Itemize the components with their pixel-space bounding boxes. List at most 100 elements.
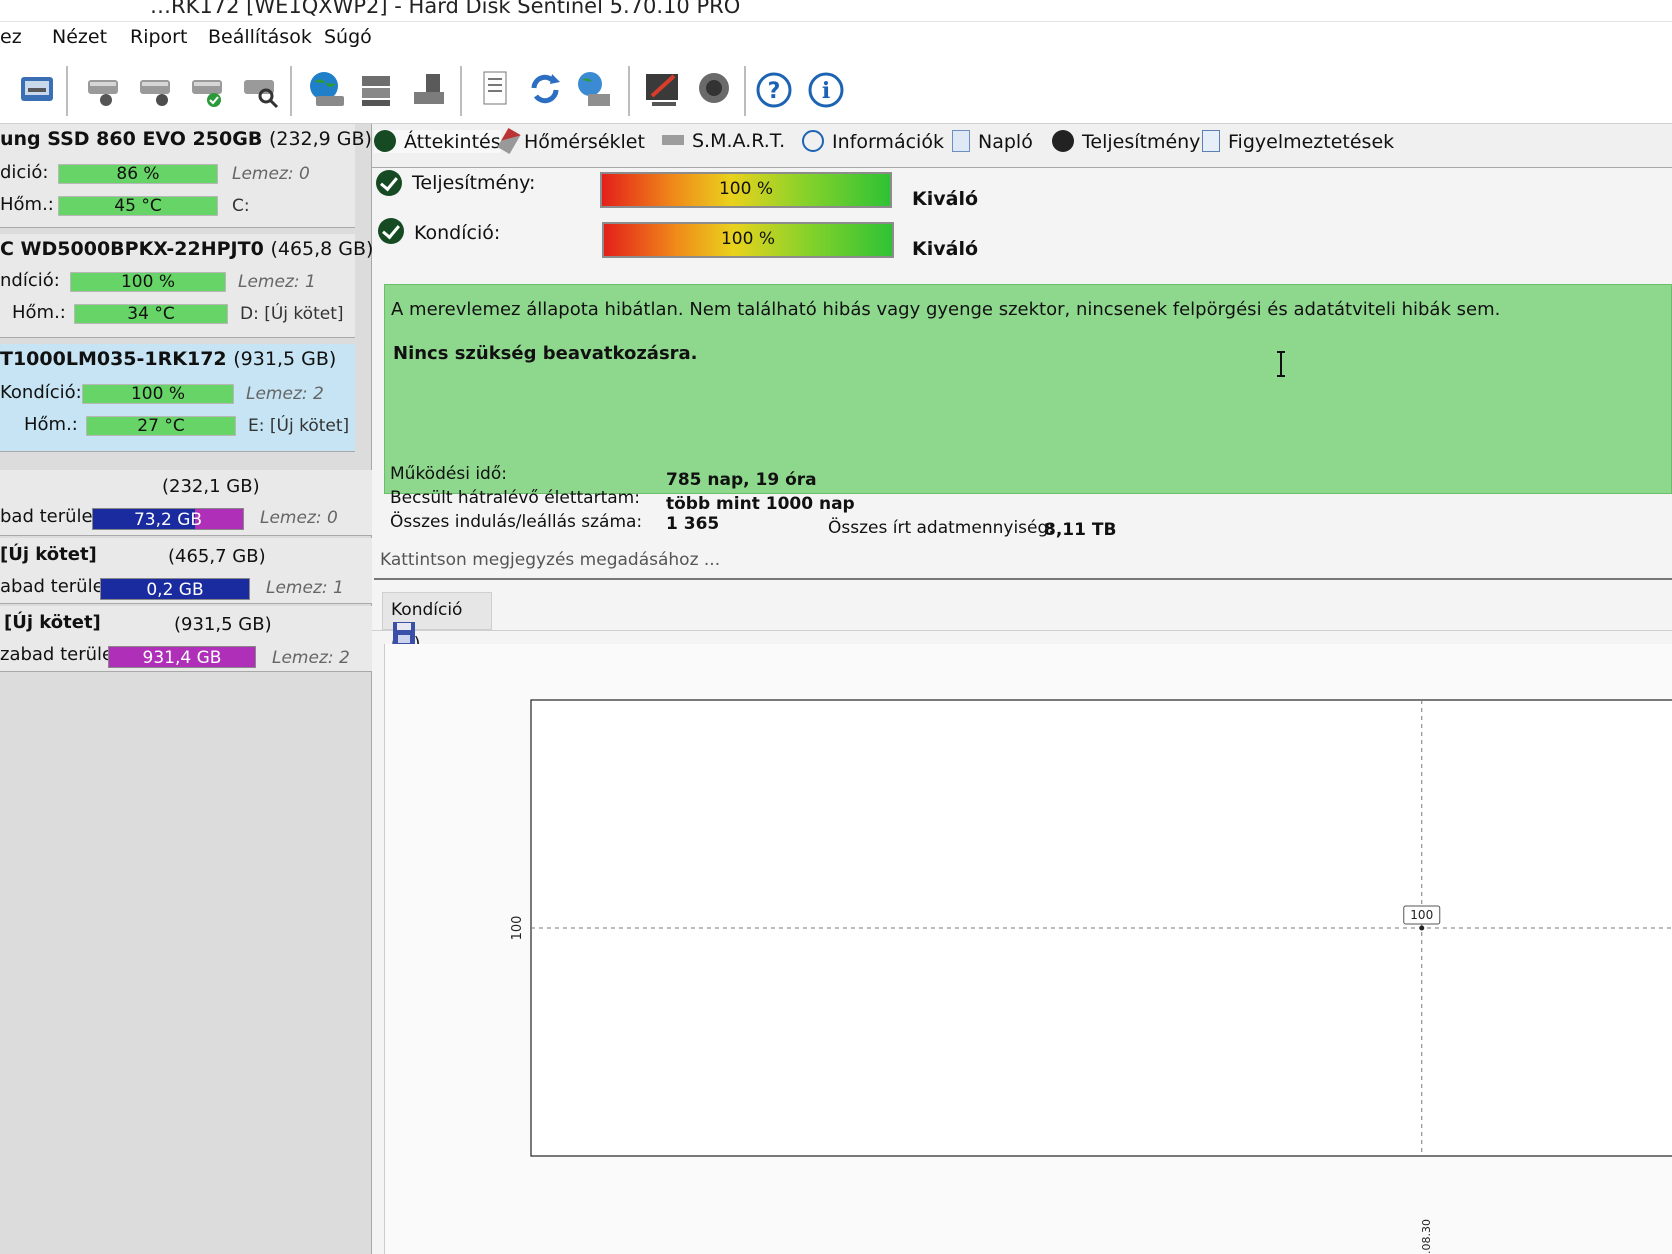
drive-letter: E: [Új kötet] bbox=[248, 416, 350, 436]
disk-name: T1000LM035-1RK172 (931,5 GB) bbox=[0, 348, 337, 370]
drive-letter: D: [Új kötet] bbox=[240, 304, 344, 324]
help-icon[interactable]: ? bbox=[754, 68, 796, 110]
disk-item-selected[interactable]: T1000LM035-1RK172 (931,5 GB) Kondíció: 1… bbox=[0, 344, 355, 452]
condition-label: Kondíció: bbox=[0, 382, 82, 403]
condition-label: ndíció: bbox=[0, 270, 60, 291]
hdd-search-icon[interactable] bbox=[240, 68, 282, 110]
hdd-check-icon[interactable] bbox=[188, 68, 230, 110]
network-disk-icon[interactable] bbox=[408, 68, 450, 110]
toolbar-separator bbox=[290, 66, 292, 116]
condition-chart: 100 25.08.30 100 bbox=[510, 699, 1672, 1254]
disk-index: Lemez: 1 bbox=[266, 578, 344, 598]
toolbar-separator bbox=[460, 66, 462, 116]
start-stop-label: Összes indulás/leállás száma: bbox=[390, 512, 643, 532]
data-label: 100 bbox=[1410, 908, 1433, 922]
volume-item[interactable]: (232,1 GB) bad terület 73,2 GB Lemez: 0 bbox=[0, 470, 372, 536]
drive-letter: C: bbox=[232, 196, 250, 216]
temperature-label: Hőm.: bbox=[12, 302, 66, 323]
toolbar-separator bbox=[66, 66, 68, 116]
disk-item[interactable]: C WD5000BPKX-22HPJT0 (465,8 GB) ndíció: … bbox=[0, 234, 373, 338]
volume-name: [Új kötet] bbox=[0, 544, 97, 565]
save-icon[interactable] bbox=[391, 620, 417, 646]
volume-item[interactable]: [Új kötet] (931,5 GB) zabad terület 931,… bbox=[0, 606, 372, 672]
details-panel: Áttekintés Hőmérséklet S.M.A.R.T. Inform… bbox=[372, 124, 1672, 1254]
x-tick-label: 25.08.30 bbox=[1420, 1219, 1433, 1254]
performance-check-icon bbox=[376, 170, 402, 196]
tab-bar: Áttekintés Hőmérséklet S.M.A.R.T. Inform… bbox=[372, 124, 1672, 168]
title-bar: …RK172 [WE1QXWP2] - Hard Disk Sentinel 5… bbox=[0, 0, 1672, 22]
health-check-icon bbox=[378, 218, 404, 244]
speaker-icon[interactable] bbox=[694, 68, 736, 110]
disk-index: Lemez: 0 bbox=[260, 508, 338, 528]
tab-temperature[interactable]: Hőmérséklet bbox=[497, 127, 645, 155]
tab-information[interactable]: Információk bbox=[802, 130, 944, 153]
written-label: Összes írt adatmennyiség: bbox=[828, 518, 1054, 538]
disk-name: C WD5000BPKX-22HPJT0 (465,8 GB) bbox=[0, 238, 374, 260]
disk-icon[interactable] bbox=[16, 68, 58, 110]
monitor-icon[interactable] bbox=[574, 68, 616, 110]
hdd-test-icon[interactable] bbox=[136, 68, 178, 110]
free-space-bar: 0,2 GB bbox=[100, 578, 250, 600]
free-space-label: zabad terület bbox=[0, 644, 121, 665]
status-text: A merevlemez állapota hibátlan. Nem talá… bbox=[391, 299, 1501, 320]
tab-warnings[interactable]: Figyelmeztetések bbox=[1202, 130, 1394, 153]
status-box[interactable]: A merevlemez állapota hibátlan. Nem talá… bbox=[384, 284, 1672, 494]
temperature-bar: 34 °C bbox=[74, 304, 228, 324]
disk-index: Lemez: 1 bbox=[238, 272, 316, 292]
remaining-life-label: Becsült hátralévő élettartam: bbox=[390, 488, 640, 508]
tab-smart[interactable]: S.M.A.R.T. bbox=[662, 130, 785, 152]
chart-tab-divider bbox=[372, 630, 1672, 631]
uptime-label: Működési idő: bbox=[390, 464, 507, 484]
note-placeholder: Kattintson megjegyzés megadásához ... bbox=[380, 550, 721, 570]
hdd-icon bbox=[662, 135, 684, 145]
server-icon[interactable] bbox=[356, 68, 398, 110]
text-cursor-icon bbox=[1277, 351, 1285, 377]
performance-bar: 100 % bbox=[600, 172, 892, 208]
condition-bar: 100 % bbox=[70, 272, 226, 292]
menu-view[interactable]: Nézet bbox=[52, 26, 107, 48]
status-action: Nincs szükség beavatkozásra. bbox=[393, 343, 698, 364]
free-space-label: bad terület bbox=[0, 506, 100, 527]
volume-capacity: (232,1 GB) bbox=[162, 476, 260, 497]
free-space-bar: 73,2 GB bbox=[92, 508, 244, 530]
note-field[interactable]: Kattintson megjegyzés megadásához ... bbox=[374, 544, 1672, 580]
disk-list-panel: ung SSD 860 EVO 250GB (232,9 GB) dició: … bbox=[0, 124, 373, 1254]
volume-item[interactable]: [Új kötet] (465,7 GB) abad terület 0,2 G… bbox=[0, 538, 372, 604]
check-circle-icon bbox=[374, 130, 396, 152]
disk-index: Lemez: 2 bbox=[272, 648, 350, 668]
svg-text:?: ? bbox=[768, 79, 781, 104]
info-icon[interactable]: i bbox=[806, 68, 848, 110]
written-value: 8,11 TB bbox=[1044, 520, 1117, 540]
temperature-label: Hőm.: bbox=[24, 414, 78, 435]
menu-file[interactable]: ez bbox=[0, 26, 22, 48]
globe-icon[interactable] bbox=[306, 68, 348, 110]
refresh-icon[interactable] bbox=[524, 68, 566, 110]
tab-overview[interactable]: Áttekintés bbox=[374, 130, 501, 153]
disk-index: Lemez: 2 bbox=[246, 384, 324, 404]
report-icon[interactable] bbox=[474, 68, 516, 110]
free-space-label: abad terület bbox=[0, 576, 111, 597]
condition-bar: 86 % bbox=[58, 164, 218, 184]
condition-label: dició: bbox=[0, 162, 49, 183]
condition-bar: 100 % bbox=[82, 384, 234, 404]
window-title: …RK172 [WE1QXWP2] - Hard Disk Sentinel 5… bbox=[150, 0, 741, 18]
info-icon bbox=[802, 130, 824, 152]
menu-report[interactable]: Riport bbox=[130, 26, 187, 48]
disk-item[interactable]: ung SSD 860 EVO 250GB (232,9 GB) dició: … bbox=[0, 124, 372, 228]
start-stop-value: 1 365 bbox=[666, 514, 720, 534]
y-tick-label: 100 bbox=[510, 916, 525, 941]
data-point bbox=[1419, 925, 1425, 931]
temperature-bar: 45 °C bbox=[58, 196, 218, 216]
alert-icon[interactable] bbox=[642, 68, 684, 110]
gauge-icon bbox=[1052, 130, 1074, 152]
menu-help[interactable]: Súgó bbox=[324, 26, 372, 48]
tab-performance[interactable]: Teljesítmény bbox=[1052, 130, 1200, 153]
disk-name: ung SSD 860 EVO 250GB (232,9 GB) bbox=[0, 128, 372, 150]
disk-index: Lemez: 0 bbox=[232, 164, 310, 184]
health-label: Kondíció: bbox=[414, 222, 501, 244]
health-bar: 100 % bbox=[602, 222, 894, 258]
free-space-bar: 931,4 GB bbox=[108, 646, 256, 668]
hdd-drive-icon[interactable] bbox=[84, 68, 126, 110]
tab-log[interactable]: Napló bbox=[952, 130, 1033, 153]
menu-settings[interactable]: Beállítások bbox=[208, 26, 312, 48]
